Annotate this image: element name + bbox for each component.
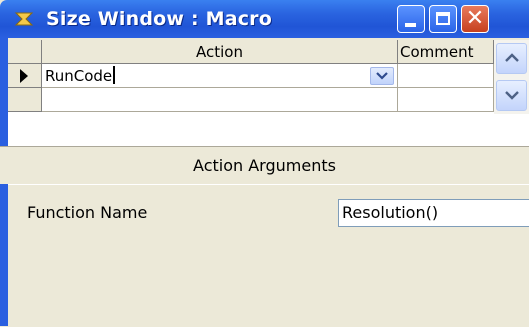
macro-action-grid: Action Comment RunCode [8,40,529,146]
text-caret [113,66,116,84]
comment-cell[interactable] [398,88,494,112]
comment-column-header[interactable]: Comment [398,40,494,64]
action-cell[interactable] [42,88,398,112]
scroll-down-button[interactable] [496,80,527,111]
macro-icon [14,12,34,26]
chevron-down-icon [376,72,388,80]
scroll-up-button[interactable] [496,43,527,74]
macro-window: Size Window : Macro ✕ Action Comment Run… [0,0,529,327]
close-icon: ✕ [465,6,485,31]
maximize-button[interactable] [429,5,457,33]
chevron-down-icon [505,91,519,100]
vertical-scrollbar[interactable] [494,40,529,114]
window-title: Size Window : Macro [46,8,273,30]
comment-cell[interactable] [398,64,494,88]
row-selector[interactable] [8,88,42,112]
action-cell-text: RunCode [45,64,116,87]
action-column-header[interactable]: Action [42,40,398,64]
function-name-label: Function Name [27,203,148,222]
row-selector-header[interactable] [8,40,42,64]
action-dropdown-button[interactable] [370,67,394,85]
current-row-arrow-icon [20,69,28,83]
chevron-up-icon [505,53,519,62]
minimize-button[interactable] [397,5,425,33]
row-selector[interactable] [8,64,42,88]
function-name-field[interactable]: Resolution() [338,199,529,227]
maximize-icon [436,12,450,25]
close-button[interactable]: ✕ [461,5,489,33]
action-arguments-header: Action Arguments [193,156,336,175]
minimize-icon [405,23,416,27]
action-cell[interactable]: RunCode [42,64,398,88]
title-bar[interactable]: Size Window : Macro ✕ [0,0,529,38]
